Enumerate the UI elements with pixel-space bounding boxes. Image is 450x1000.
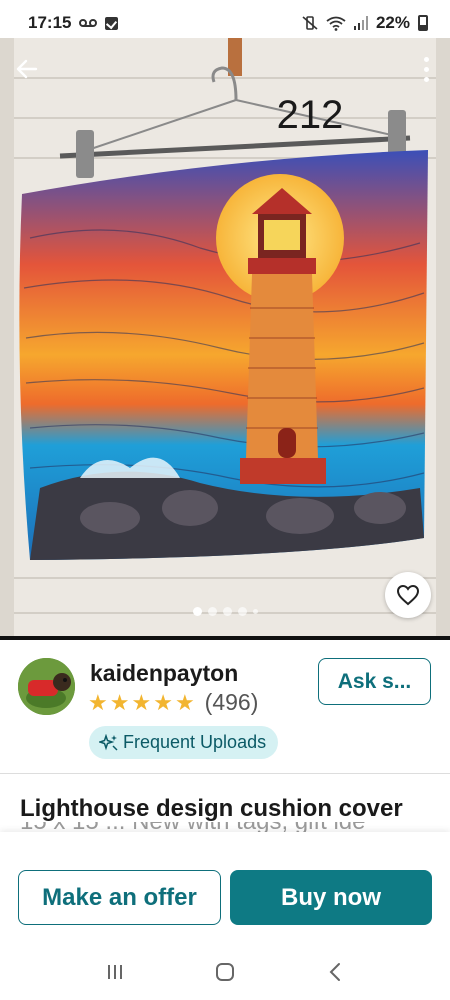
listing-subtitle-text: 15 x 15 ... New with tags, gift ide <box>20 822 440 832</box>
seller-rating[interactable]: ★ ★ ★ ★ ★ (496) <box>88 689 258 716</box>
status-left: 17:15 <box>28 13 119 33</box>
system-navbar <box>0 944 450 1000</box>
image-label: 212 <box>277 93 344 137</box>
badge-label: Frequent Uploads <box>123 732 267 752</box>
carousel-dot[interactable] <box>252 609 258 614</box>
sparkle-icon <box>99 733 118 751</box>
more-vertical-icon <box>423 56 429 62</box>
product-photo: 212 <box>0 38 450 636</box>
listing-title: Lighthouse design cushion cover <box>20 795 403 822</box>
star-icon: ★ <box>88 689 108 715</box>
system-back-button[interactable] <box>315 952 355 992</box>
recent-apps-button[interactable] <box>95 952 135 992</box>
status-time: 17:15 <box>28 13 72 32</box>
battery-percent: 22% <box>375 13 410 32</box>
product-image[interactable]: 212 <box>0 38 450 636</box>
back-button[interactable] <box>12 54 42 84</box>
like-button[interactable] <box>385 572 431 618</box>
listing-subtitle-clipped: 15 x 15 ... New with tags, gift ide <box>20 822 440 832</box>
recent-apps-icon <box>108 965 122 979</box>
back-arrow-icon <box>16 59 38 79</box>
star-icon: ★ <box>131 689 152 715</box>
seller-section: kaidenpayton ★ ★ ★ ★ ★ (496) Frequent Up… <box>0 636 450 774</box>
wifi-icon <box>326 16 346 31</box>
carousel-dot[interactable] <box>237 607 247 616</box>
seller-name[interactable]: kaidenpayton <box>90 660 238 687</box>
carousel-dot[interactable] <box>222 607 232 616</box>
checkbox-notification-icon <box>105 16 119 30</box>
vibrate-mute-icon <box>302 16 318 30</box>
home-button[interactable] <box>205 952 245 992</box>
carousel-dot-active[interactable] <box>192 607 202 616</box>
buy-now-button[interactable]: Buy now <box>230 870 432 925</box>
more-dot <box>423 66 429 72</box>
ask-seller-button[interactable]: Ask s... <box>318 658 431 705</box>
carousel-dots[interactable] <box>0 607 450 616</box>
more-options-button[interactable] <box>416 54 436 84</box>
star-icon: ★ <box>109 689 130 715</box>
back-chevron-icon <box>329 963 340 981</box>
status-right: 22% <box>302 13 428 33</box>
rating-count: (496) <box>204 689 259 715</box>
avatar-image <box>18 658 75 715</box>
carousel-dot[interactable] <box>207 607 217 616</box>
frequent-uploads-badge: Frequent Uploads <box>89 726 279 759</box>
voicemail-icon <box>79 18 98 28</box>
star-icon: ★ <box>153 689 173 715</box>
more-dot <box>423 76 429 82</box>
battery-icon <box>418 15 428 31</box>
home-icon <box>216 963 234 981</box>
make-offer-button[interactable]: Make an offer <box>18 870 221 925</box>
purchase-actions: Make an offer Buy now <box>0 832 450 944</box>
seller-avatar[interactable] <box>18 658 75 715</box>
signal-icon <box>353 16 368 30</box>
star-icon: ★ <box>174 689 195 715</box>
heart-icon <box>396 584 420 606</box>
